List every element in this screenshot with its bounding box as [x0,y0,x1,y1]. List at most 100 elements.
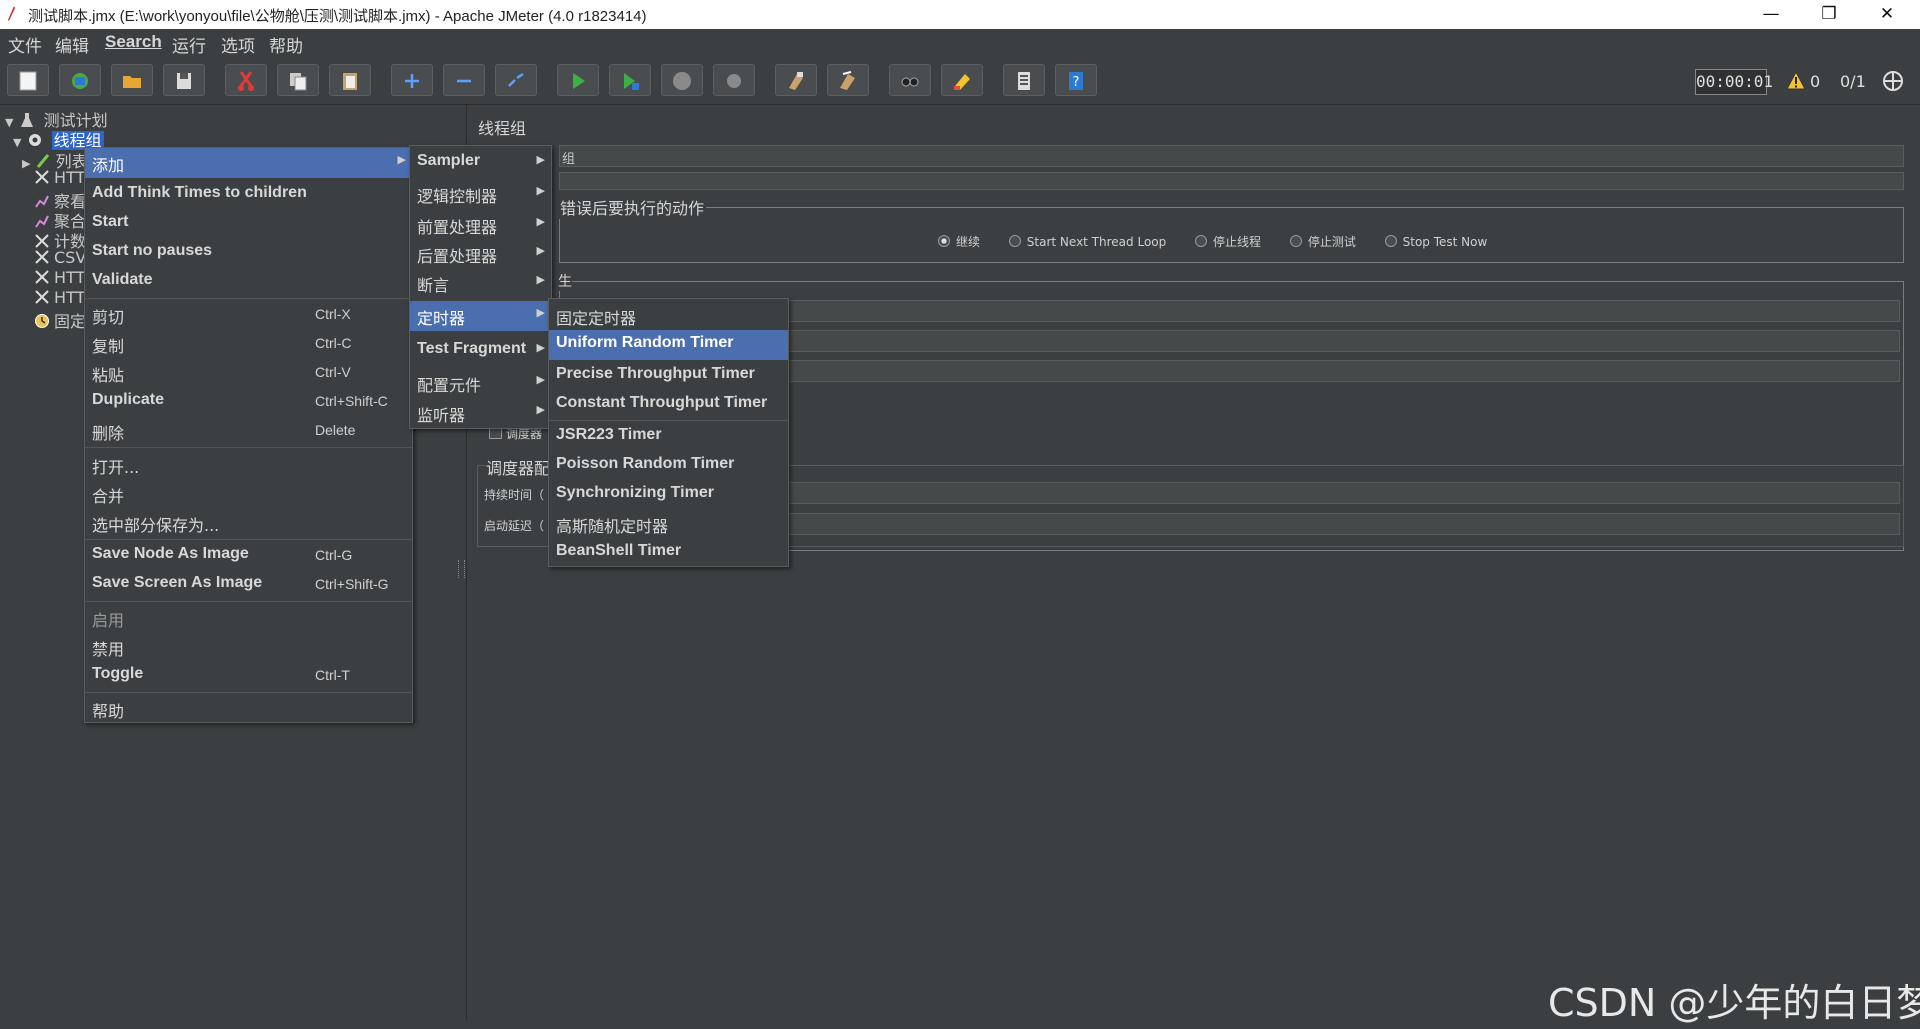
active-threads: 0/1 [1840,72,1866,91]
menu-item-duplicate[interactable]: Duplicate Ctrl+Shift-C [85,387,412,415]
remote-globe-icon[interactable] [1882,70,1904,92]
submenu-item-listener[interactable]: 监听器 ▶ [410,398,551,426]
timer-item-jsr223[interactable]: JSR223 Timer [549,422,788,450]
menu-search[interactable]: Search [105,32,162,52]
startup-delay-field[interactable] [642,513,1900,535]
submenu-item-sampler[interactable]: Sampler ▶ [410,148,551,176]
radio-stop-test-now[interactable] [1384,235,1397,247]
menu-item-add[interactable]: 添加 ▶ [85,148,412,178]
menu-item-save-node-image[interactable]: Save Node As Image Ctrl-G [85,541,412,569]
new-button[interactable] [7,64,49,96]
timer-item-gaussian-random[interactable]: 高斯随机定时器 [549,509,788,537]
menu-item-toggle[interactable]: Toggle Ctrl-T [85,661,412,689]
menu-item-delete[interactable]: 删除 Delete [85,416,412,444]
config-tools-icon [35,290,49,304]
clear-all-icon [840,71,855,90]
save-button[interactable] [163,64,205,96]
start-no-pauses-button[interactable] [609,64,651,96]
cut-button[interactable] [225,64,267,96]
menu-item-enable[interactable]: 启用 [85,603,412,631]
submenu-item-pre-processor[interactable]: 前置处理器 ▶ [410,210,551,238]
menu-item-cut[interactable]: 剪切 Ctrl-X [85,300,412,328]
clear-all-button[interactable] [827,64,869,96]
tree-node-child[interactable]: 计数 [34,228,86,251]
submenu-item-assertion[interactable]: 断言 ▶ [410,268,551,296]
timer-item-constant-throughput[interactable]: Constant Throughput Timer [549,390,788,418]
menu-item-copy[interactable]: 复制 Ctrl-C [85,329,412,357]
tree-node-thread-group[interactable]: ▼ 线程组 [13,127,104,150]
timer-item-constant[interactable]: 固定定时器 [549,301,788,329]
function-helper-button[interactable] [1003,64,1045,96]
listener-graph-icon [35,215,49,228]
minimize-button[interactable]: — [1742,0,1800,29]
close-button[interactable]: ✕ [1858,0,1916,29]
radio-start-next-loop[interactable] [1008,235,1021,247]
menu-item-add-think-times[interactable]: Add Think Times to children [85,180,412,208]
search-icon [901,77,919,87]
stop-icon [673,72,691,90]
menu-item-merge[interactable]: 合并 [85,479,412,507]
paste-button[interactable] [329,64,371,96]
menu-file[interactable]: 文件 [8,32,42,57]
menu-item-start[interactable]: Start [85,209,412,237]
window-titlebar: 测试脚本.jmx (E:\work\yonyou\file\公物舱\压测\测试脚… [0,0,1920,29]
threads-count-field[interactable] [642,300,1900,322]
tree-node-child[interactable]: 固定 [34,308,86,331]
name-field[interactable]: 组 [559,145,1904,167]
menu-item-start-no-pauses[interactable]: Start no pauses [85,238,412,266]
comments-field[interactable] [559,172,1904,190]
menu-item-save-screen-image[interactable]: Save Screen As Image Ctrl+Shift-G [85,570,412,598]
duration-field[interactable] [642,482,1900,504]
shutdown-icon [727,74,741,88]
timer-item-precise-throughput[interactable]: Precise Throughput Timer [549,361,788,389]
radio-stop-thread[interactable] [1195,235,1208,247]
expand-all-button[interactable] [391,64,433,96]
templates-button[interactable] [59,64,101,96]
menu-item-validate[interactable]: Validate [85,267,412,295]
restore-button[interactable]: ❐ [1800,0,1858,29]
submenu-item-config-element[interactable]: 配置元件 ▶ [410,368,551,396]
tree-node-child[interactable]: 聚合 [34,208,86,231]
help-button[interactable]: ? [1055,64,1097,96]
tree-node-child[interactable]: CSV [34,248,86,270]
submenu-item-timer[interactable]: 定时器 ▶ [410,301,551,331]
menu-item-open[interactable]: 打开... [85,450,412,478]
menu-item-save-selection-as[interactable]: 选中部分保存为... [85,508,412,536]
submenu-item-post-processor[interactable]: 后置处理器 ▶ [410,239,551,267]
clear-button[interactable] [775,64,817,96]
menu-help[interactable]: 帮助 [269,32,303,57]
shutdown-button[interactable] [713,64,755,96]
menu-options[interactable]: 选项 [221,32,255,57]
warning-icon[interactable] [1786,71,1806,91]
copy-button[interactable] [277,64,319,96]
timer-item-beanshell[interactable]: BeanShell Timer [549,538,788,566]
submenu-item-test-fragment[interactable]: Test Fragment ▶ [410,336,551,364]
start-button[interactable] [557,64,599,96]
reset-search-button[interactable] [941,64,983,96]
collapse-all-button[interactable] [443,64,485,96]
menu-separator [85,692,412,693]
search-button[interactable] [889,64,931,96]
open-button[interactable] [111,64,153,96]
tree-expand-icon[interactable]: ▼ [13,136,21,149]
tree-node-test-plan[interactable]: ▼ 测试计划 [5,107,108,130]
menu-edit[interactable]: 编辑 [55,32,89,57]
jmeter-feather-icon [8,6,15,21]
loop-count-field[interactable] [642,360,1900,382]
radio-continue[interactable] [938,235,950,247]
ramp-up-field[interactable] [642,330,1900,352]
timer-item-poisson-random[interactable]: Poisson Random Timer [549,451,788,479]
tree-node-child[interactable]: 察看 [34,188,86,211]
submenu-item-logic-controller[interactable]: 逻辑控制器 ▶ [410,179,551,207]
menu-item-paste[interactable]: 粘贴 Ctrl-V [85,358,412,386]
toggle-button[interactable] [495,64,537,96]
tree-node-child[interactable]: ▶ 列表 [22,148,88,171]
menu-run[interactable]: 运行 [172,32,206,57]
menu-item-disable[interactable]: 禁用 [85,632,412,660]
stop-button[interactable] [661,64,703,96]
menu-item-help[interactable]: 帮助 [85,694,412,722]
menu-separator [549,420,788,421]
radio-stop-test[interactable] [1289,235,1302,247]
timer-item-uniform-random[interactable]: Uniform Random Timer [549,330,788,360]
timer-item-synchronizing[interactable]: Synchronizing Timer [549,480,788,508]
